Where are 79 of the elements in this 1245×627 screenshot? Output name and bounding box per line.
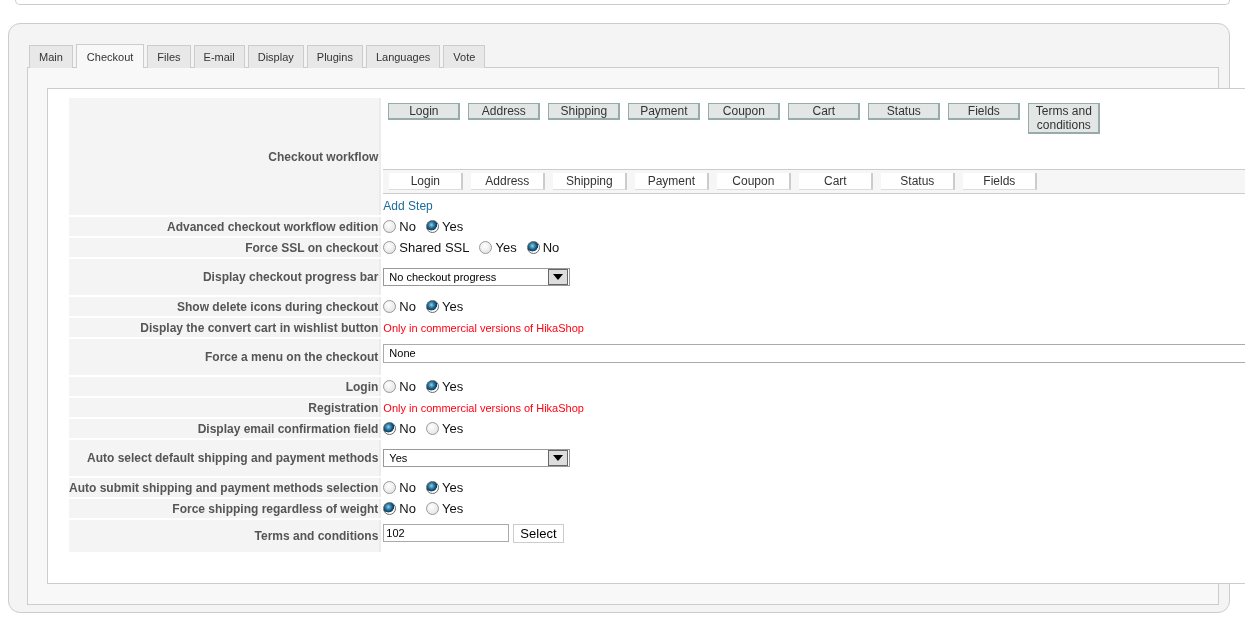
tab[interactable]: Plugins [306, 45, 363, 68]
step-button[interactable]: Status [868, 103, 941, 120]
radio-button[interactable] [479, 241, 493, 254]
option-label: Yes [495, 240, 517, 255]
radio-button[interactable] [526, 241, 540, 254]
input-field[interactable]: 102 [383, 524, 510, 542]
radio-button[interactable] [426, 380, 439, 393]
setting-label: Force a menu on the checkout [69, 339, 382, 375]
dropdown[interactable]: No checkout progress [383, 267, 571, 286]
menu-field[interactable]: None [383, 343, 1245, 363]
radio-button[interactable] [383, 380, 397, 393]
workflow-step[interactable]: Status [881, 173, 956, 190]
option-label: No [399, 421, 416, 436]
setting-label: Auto select default shipping and payment methods [69, 440, 382, 476]
tab[interactable]: Checkout [75, 44, 145, 68]
step-button[interactable]: Address [468, 103, 541, 120]
setting-label: Auto submit shipping and payment methods selection [69, 478, 382, 497]
option-label: Yes [442, 421, 464, 436]
workflow-step[interactable]: Shipping [553, 173, 628, 190]
option-label: No [399, 480, 416, 495]
option-label: No [399, 299, 416, 314]
option-label: No [399, 379, 416, 394]
workflow-step[interactable]: Address [471, 173, 546, 190]
tab[interactable]: E-mail [193, 45, 245, 68]
setting-label: Display the convert cart in wishlist button [69, 318, 382, 337]
workflow-step[interactable]: Login [389, 173, 464, 190]
tab[interactable]: Files [147, 45, 191, 68]
step-button[interactable]: Fields [948, 103, 1021, 120]
radio-button[interactable] [383, 241, 397, 254]
setting-label: Terms and conditions [69, 520, 382, 552]
setting-label: Registration [69, 398, 382, 417]
radio-button[interactable] [426, 300, 439, 313]
setting-label: Force SSL on checkout [69, 238, 382, 257]
setting-label: Advanced checkout workflow edition [69, 217, 382, 236]
setting-label: Show delete icons during checkout [69, 297, 382, 316]
workflow-step[interactable]: Coupon [717, 173, 792, 190]
tab[interactable]: Display [247, 45, 304, 68]
setting-label: Checkout workflow [69, 98, 382, 215]
workflow-step[interactable]: Fields [963, 173, 1038, 190]
radio-button[interactable] [383, 481, 397, 494]
radio-button[interactable] [383, 220, 397, 233]
option-label: Yes [442, 219, 464, 234]
radio-button[interactable] [426, 422, 439, 435]
radio-button[interactable] [383, 502, 397, 515]
setting-label: Display checkout progress bar [69, 259, 382, 295]
radio-button[interactable] [426, 481, 439, 494]
tab[interactable]: Languages [365, 45, 441, 68]
option-label: No [542, 240, 560, 255]
caret-icon [548, 449, 569, 466]
option-label: No [399, 219, 416, 234]
setting-label: Login [69, 377, 382, 396]
add-step-link[interactable]: Add Step [383, 199, 433, 213]
step-button[interactable]: Cart [788, 103, 861, 120]
select-button[interactable]: Select [513, 523, 564, 543]
radio-button[interactable] [383, 300, 397, 313]
option-label: Yes [442, 501, 464, 516]
step-button[interactable]: Payment [628, 103, 701, 120]
option-label: Yes [442, 480, 464, 495]
tab[interactable]: Main [29, 45, 73, 68]
step-button[interactable]: Terms and conditions [1028, 103, 1101, 134]
workflow-step[interactable]: Payment [635, 173, 710, 190]
tab[interactable]: Vote [443, 45, 486, 68]
step-button[interactable]: Shipping [548, 103, 621, 120]
radio-button[interactable] [383, 422, 397, 435]
setting-label: Display email confirmation field [69, 419, 382, 438]
option-label: Yes [442, 379, 464, 394]
caret-icon [548, 268, 569, 285]
option-label: Shared SSL [399, 240, 470, 255]
option-label: No [399, 501, 416, 516]
step-button[interactable]: Login [388, 103, 461, 120]
setting-label: Force shipping regardless of weight [69, 499, 382, 518]
option-label: Yes [442, 299, 464, 314]
workflow-step[interactable]: Cart [799, 173, 874, 190]
notice-text: Only in commercial versions of HikaShop [383, 322, 584, 334]
dropdown[interactable]: Yes [383, 448, 571, 467]
radio-button[interactable] [426, 502, 439, 515]
radio-button[interactable] [426, 220, 439, 233]
step-button[interactable]: Coupon [708, 103, 781, 120]
notice-text: Only in commercial versions of HikaShop [383, 402, 584, 414]
